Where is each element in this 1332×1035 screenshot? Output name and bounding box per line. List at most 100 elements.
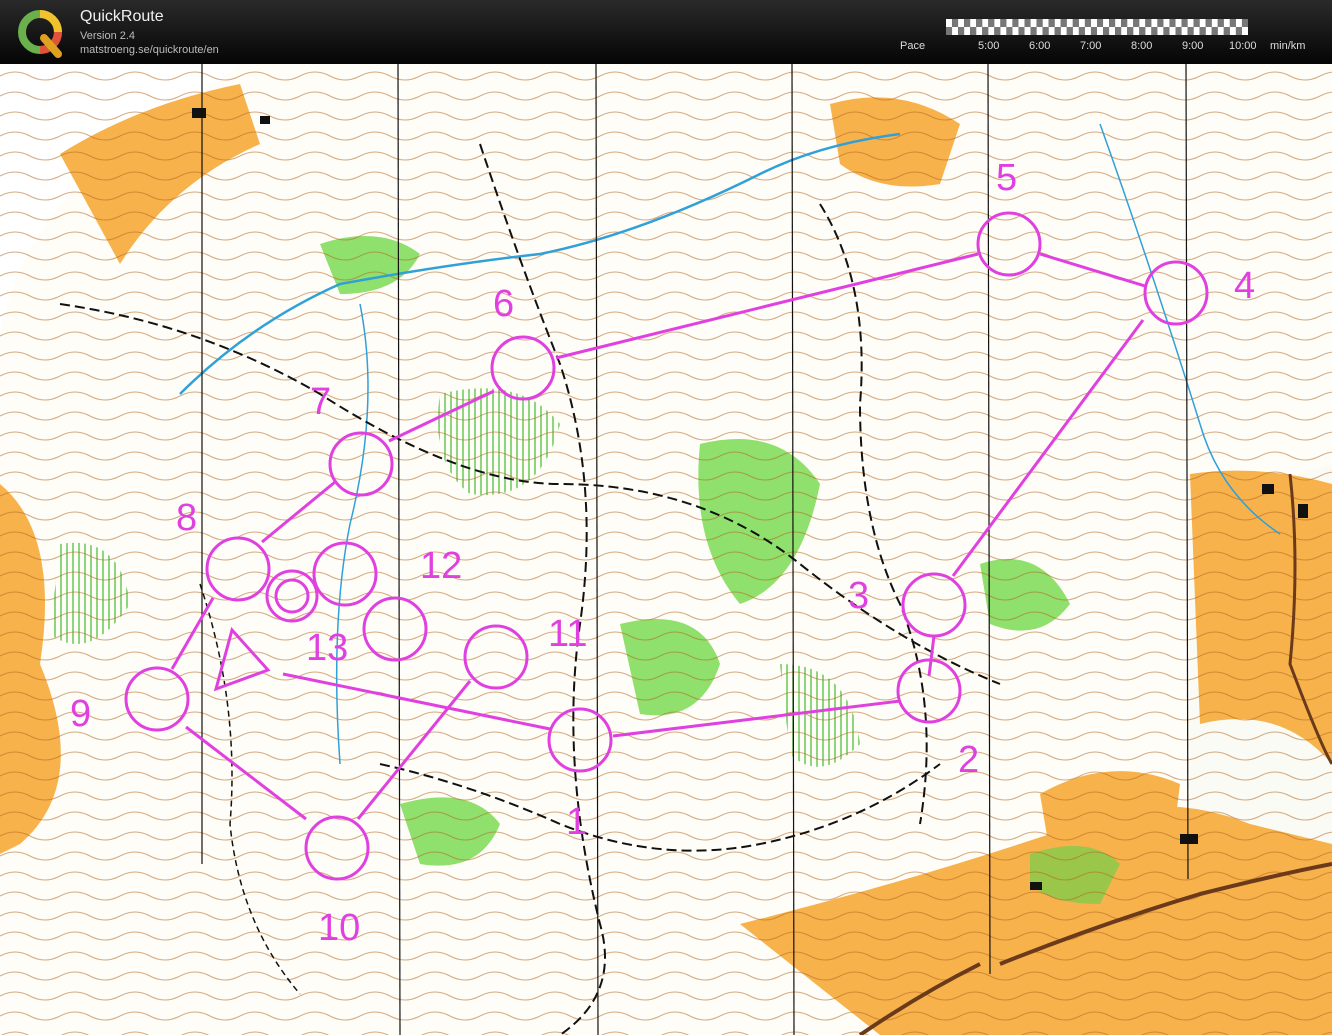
pace-scale-cell (1217, 27, 1224, 35)
quickroute-logo-icon (18, 10, 62, 58)
pace-label: Pace (900, 40, 926, 52)
pace-scale-cell (1018, 27, 1025, 35)
control-label-13: 13 (306, 627, 348, 669)
app-name: QuickRoute (80, 8, 164, 25)
pace-tick: 9:00 (1182, 40, 1204, 52)
contour-lines (0, 64, 1332, 1035)
control-label-5: 5 (996, 157, 1017, 199)
pace-scale-cell (1229, 27, 1236, 35)
pace-scale-cell (1084, 27, 1091, 35)
pace-scale-cell (994, 27, 1001, 35)
control-label-9: 9 (70, 693, 91, 735)
pace-scale-cell (1006, 27, 1013, 35)
pace-scale-cell (1048, 19, 1055, 27)
pace-scale-cell (1151, 19, 1158, 27)
orienteering-map[interactable]: 1 2 3 4 5 6 7 8 9 10 11 12 13 (0, 64, 1332, 1035)
pace-scale-cell (1211, 27, 1218, 35)
app-version: Version 2.4 (80, 30, 136, 42)
pace-scale-cell (1175, 19, 1182, 27)
control-label-10: 10 (318, 907, 360, 949)
pace-scale-cell (988, 19, 995, 27)
pace-tick: 8:00 (1131, 40, 1153, 52)
pace-scale-cell (1024, 19, 1031, 27)
pace-scale-cell (1018, 19, 1025, 27)
pace-scale-cell (994, 19, 1001, 27)
app-header: QuickRoute Version 2.4 matstroeng.se/qui… (0, 0, 1332, 64)
pace-scale-cell (1199, 27, 1206, 35)
pace-scale-cell (1090, 27, 1097, 35)
pace-scale-cell (1163, 19, 1170, 27)
pace-scale-cell (1109, 27, 1116, 35)
pace-scale-bar (946, 19, 1248, 35)
pace-scale-cell (1133, 19, 1140, 27)
pace-scale-cell (1145, 27, 1152, 35)
pace-scale-cell (1036, 19, 1043, 27)
pace-tick: 7:00 (1080, 40, 1102, 52)
pace-scale-cell (1012, 19, 1019, 27)
pace-scale-cell (1181, 19, 1188, 27)
pace-scale-cell (1175, 27, 1182, 35)
pace-scale-cell (1241, 27, 1248, 35)
pace-scale-cell (976, 27, 983, 35)
pace-scale-cell (1241, 19, 1248, 27)
pace-scale-cell (1193, 19, 1200, 27)
pace-scale-cell (1139, 19, 1146, 27)
pace-scale-cell (946, 19, 953, 27)
control-label-12: 12 (420, 545, 462, 587)
pace-scale-cell (1030, 27, 1037, 35)
pace-tick: 10:00 (1229, 40, 1257, 52)
pace-scale-cell (970, 19, 977, 27)
pace-scale-cell (1169, 19, 1176, 27)
pace-scale-cell (1205, 19, 1212, 27)
pace-scale-cell (1199, 19, 1206, 27)
pace-scale-cell (1229, 19, 1236, 27)
control-label-8: 8 (176, 497, 197, 539)
pace-scale-cell (1163, 27, 1170, 35)
pace-scale-cell (1151, 27, 1158, 35)
pace-scale-cell (1187, 19, 1194, 27)
control-label-4: 4 (1234, 265, 1255, 307)
pace-scale-cell (1097, 27, 1104, 35)
pace-scale-cell (970, 27, 977, 35)
pace-scale-cell (1181, 27, 1188, 35)
pace-scale-cell (976, 19, 983, 27)
pace-scale-cell (1024, 27, 1031, 35)
pace-scale-cell (1235, 27, 1242, 35)
pace-scale-cell (1139, 27, 1146, 35)
pace-scale-cell (1066, 27, 1073, 35)
pace-scale-cell (958, 19, 965, 27)
pace-scale-cell (1169, 27, 1176, 35)
control-label-7: 7 (310, 381, 331, 423)
pace-scale-cell (1145, 19, 1152, 27)
pace-scale-cell (1103, 27, 1110, 35)
control-label-6: 6 (493, 283, 514, 325)
pace-scale-cell (1060, 27, 1067, 35)
pace-scale-cell (1030, 19, 1037, 27)
pace-scale-cell (1187, 27, 1194, 35)
pace-scale-cell (1127, 27, 1134, 35)
pace-scale-cell (1060, 19, 1067, 27)
pace-scale-cell (1103, 19, 1110, 27)
pace-scale-cell (1000, 27, 1007, 35)
pace-scale-cell (1000, 19, 1007, 27)
pace-scale-cell (1217, 19, 1224, 27)
pace-scale-cell (1078, 27, 1085, 35)
pace-scale-cell (982, 19, 989, 27)
control-label-11: 11 (548, 613, 587, 655)
pace-scale-cell (1084, 19, 1091, 27)
control-label-1: 1 (566, 801, 587, 843)
pace-scale-cell (1036, 27, 1043, 35)
app-url: matstroeng.se/quickroute/en (80, 44, 219, 56)
pace-scale-cell (1121, 27, 1128, 35)
control-label-3: 3 (848, 575, 869, 617)
pace-scale-cell (1235, 19, 1242, 27)
pace-scale-cell (946, 27, 953, 35)
pace-tick: 6:00 (1029, 40, 1051, 52)
pace-scale-cell (1006, 19, 1013, 27)
pace-scale-cell (1205, 27, 1212, 35)
pace-scale-cell (1054, 27, 1061, 35)
pace-scale-cell (1223, 19, 1230, 27)
pace-scale-cell (1157, 27, 1164, 35)
pace-tick: 5:00 (978, 40, 1000, 52)
pace-scale-cell (982, 27, 989, 35)
